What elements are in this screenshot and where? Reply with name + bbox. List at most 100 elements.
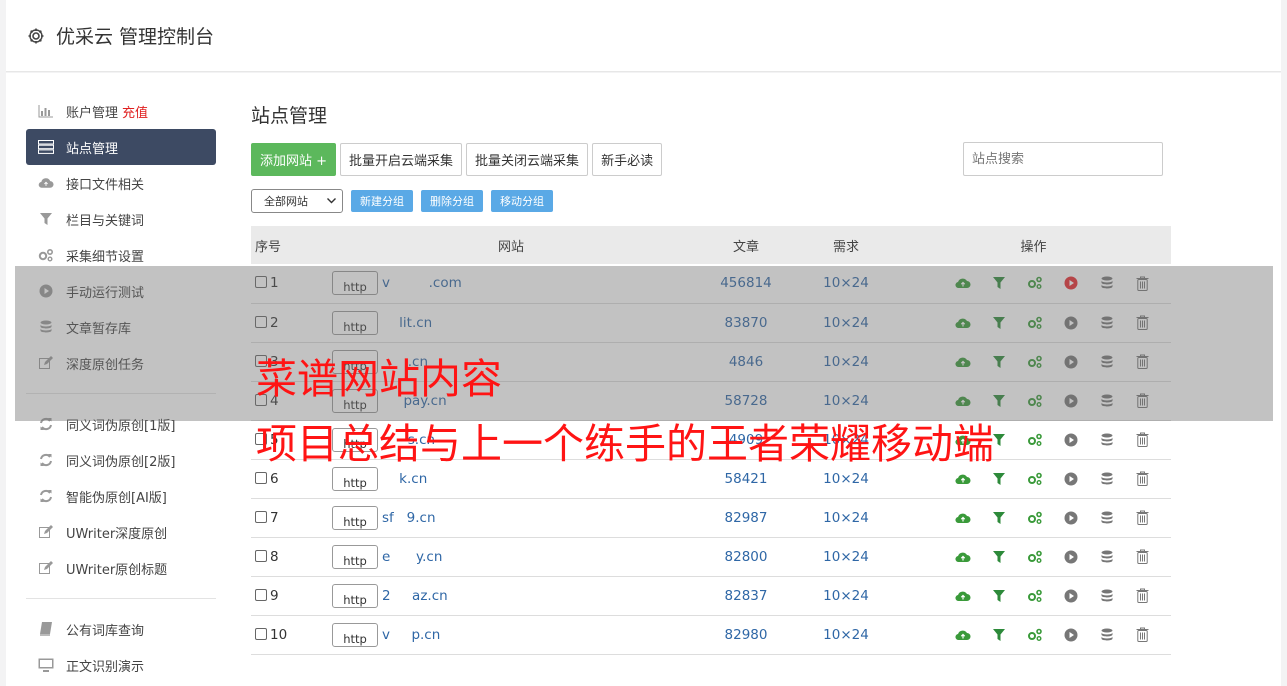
watermark-line-1: 菜谱网站内容 (256, 355, 502, 403)
cloud-upload-icon[interactable] (954, 587, 971, 604)
row-no-cell: 9 (251, 576, 326, 616)
cloud-upload-icon[interactable] (954, 626, 971, 643)
site-domain-link[interactable]: 2 az.cn (382, 588, 448, 604)
gears-icon[interactable] (1026, 587, 1043, 604)
filter-icon[interactable] (990, 587, 1007, 604)
sidebar-item-smart-ai[interactable]: 智能伪原创[AI版] (26, 478, 216, 514)
site-domain-link[interactable]: v p.cn (382, 627, 440, 643)
filter-icon[interactable] (990, 548, 1007, 565)
play-icon[interactable] (1062, 431, 1079, 448)
protocol-badge[interactable]: http (332, 544, 378, 569)
grey-overlay-band (15, 266, 1273, 421)
database-icon[interactable] (1098, 626, 1115, 643)
row-checkbox[interactable] (255, 471, 267, 484)
gears-icon[interactable] (1026, 509, 1043, 526)
watermark-line-2: 项目总结与上一个练手的王者荣耀移动端 (256, 420, 994, 468)
site-domain-link[interactable]: e y.cn (382, 549, 442, 565)
protocol-badge[interactable]: http (332, 505, 378, 530)
row-checkbox[interactable] (255, 588, 267, 601)
sidebar-item-uwriter-title[interactable]: UWriter原创标题 (26, 550, 216, 586)
sidebar-item-uwriter-deep[interactable]: UWriter深度原创 (26, 514, 216, 550)
site-group-select[interactable]: 全部网站 (251, 189, 343, 213)
sidebar-item-label: 站点管理 (66, 141, 119, 157)
recharge-link[interactable]: 充值 (122, 102, 148, 121)
row-checkbox[interactable] (255, 627, 267, 640)
column-header-ops: 操作 (896, 226, 1171, 264)
play-icon[interactable] (1062, 509, 1079, 526)
sidebar-item-public-lexicon[interactable]: 公有词库查询 (26, 611, 216, 647)
row-checkbox[interactable] (255, 549, 267, 562)
gear-icon (28, 28, 44, 43)
sidebar-item-columns-keywords[interactable]: 栏目与关键词 (26, 201, 216, 237)
protocol-badge[interactable]: http (332, 583, 378, 608)
cloud-upload-icon[interactable] (954, 509, 971, 526)
row-checkbox[interactable] (255, 510, 267, 523)
new-group-button[interactable]: 新建分组 (351, 190, 413, 212)
need-link[interactable]: 10×24 (796, 537, 896, 577)
group-toolbar: 全部网站 新建分组 删除分组 移动分组 (251, 188, 1171, 214)
row-ops-cell (896, 537, 1171, 577)
row-ops (896, 587, 1171, 604)
database-icon[interactable] (1098, 431, 1115, 448)
gears-icon[interactable] (1026, 470, 1043, 487)
row-site-cell: http 2 az.cn (326, 576, 696, 616)
need-link[interactable]: 10×24 (796, 576, 896, 616)
gears-icon[interactable] (1026, 431, 1043, 448)
need-link[interactable]: 10×24 (796, 498, 896, 538)
trash-icon[interactable] (1134, 470, 1151, 487)
play-icon[interactable] (1062, 470, 1079, 487)
sidebar-item-label: 智能伪原创[AI版] (66, 490, 167, 506)
trash-icon[interactable] (1134, 587, 1151, 604)
need-link[interactable]: 10×24 (796, 615, 896, 655)
beginner-guide-button[interactable]: 新手必读 (592, 142, 663, 176)
cloud-upload-icon[interactable] (954, 470, 971, 487)
sidebar-item-synonym-v2[interactable]: 同义词伪原创[2版] (26, 442, 216, 478)
article-count-link[interactable]: 82800 (696, 537, 796, 577)
sidebar-item-interface-files[interactable]: 接口文件相关 (26, 165, 216, 201)
trash-icon[interactable] (1134, 548, 1151, 565)
batch-enable-cloud-button[interactable]: 批量开启云端采集 (340, 142, 463, 176)
table-row: 10 http v p.cn 82980 10×24 (251, 615, 1171, 655)
sidebar-item-site-management[interactable]: 站点管理 (26, 129, 216, 165)
gears-icon[interactable] (1026, 548, 1043, 565)
sidebar-item-label: UWriter原创标题 (66, 562, 168, 578)
site-domain-link[interactable]: k.cn (382, 471, 427, 487)
database-icon[interactable] (1098, 548, 1115, 565)
database-icon[interactable] (1098, 587, 1115, 604)
protocol-badge[interactable]: http (332, 622, 378, 647)
trash-icon[interactable] (1134, 509, 1151, 526)
filter-icon[interactable] (990, 626, 1007, 643)
trash-icon[interactable] (1134, 431, 1151, 448)
article-count-link[interactable]: 82837 (696, 576, 796, 616)
table-row: 9 http 2 az.cn 82837 10×24 (251, 576, 1171, 616)
article-count-link[interactable]: 82980 (696, 615, 796, 655)
site-group-select-value: 全部网站 (264, 195, 308, 208)
chevron-down-icon (327, 198, 336, 204)
cloud-upload-icon[interactable] (954, 548, 971, 565)
table-row: 8 http e y.cn 82800 10×24 (251, 537, 1171, 577)
sidebar-item-account[interactable]: 账户管理 充值 (26, 93, 216, 129)
filter-icon[interactable] (990, 509, 1007, 526)
play-icon[interactable] (1062, 626, 1079, 643)
batch-disable-cloud-button[interactable]: 批量关闭云端采集 (466, 142, 589, 176)
delete-group-button[interactable]: 删除分组 (421, 190, 483, 212)
move-group-button[interactable]: 移动分组 (491, 190, 553, 212)
protocol-badge[interactable]: http (332, 466, 378, 491)
filter-icon[interactable] (990, 470, 1007, 487)
database-icon[interactable] (1098, 509, 1115, 526)
site-domain-link[interactable]: sf 9.cn (382, 510, 436, 526)
row-ops-cell (896, 576, 1171, 616)
column-header-no: 序号 (251, 226, 326, 264)
trash-icon[interactable] (1134, 626, 1151, 643)
article-count-link[interactable]: 82987 (696, 498, 796, 538)
database-icon[interactable] (1098, 470, 1115, 487)
gears-icon[interactable] (1026, 626, 1043, 643)
sidebar-item-text-recognition[interactable]: 正文识别演示 (26, 647, 216, 683)
edit-icon (38, 524, 54, 540)
row-ops-cell (896, 498, 1171, 538)
play-icon[interactable] (1062, 587, 1079, 604)
add-site-button[interactable]: 添加网站 + (251, 142, 337, 176)
site-search-input[interactable] (963, 142, 1163, 176)
play-icon[interactable] (1062, 548, 1079, 565)
row-number: 6 (270, 470, 279, 487)
